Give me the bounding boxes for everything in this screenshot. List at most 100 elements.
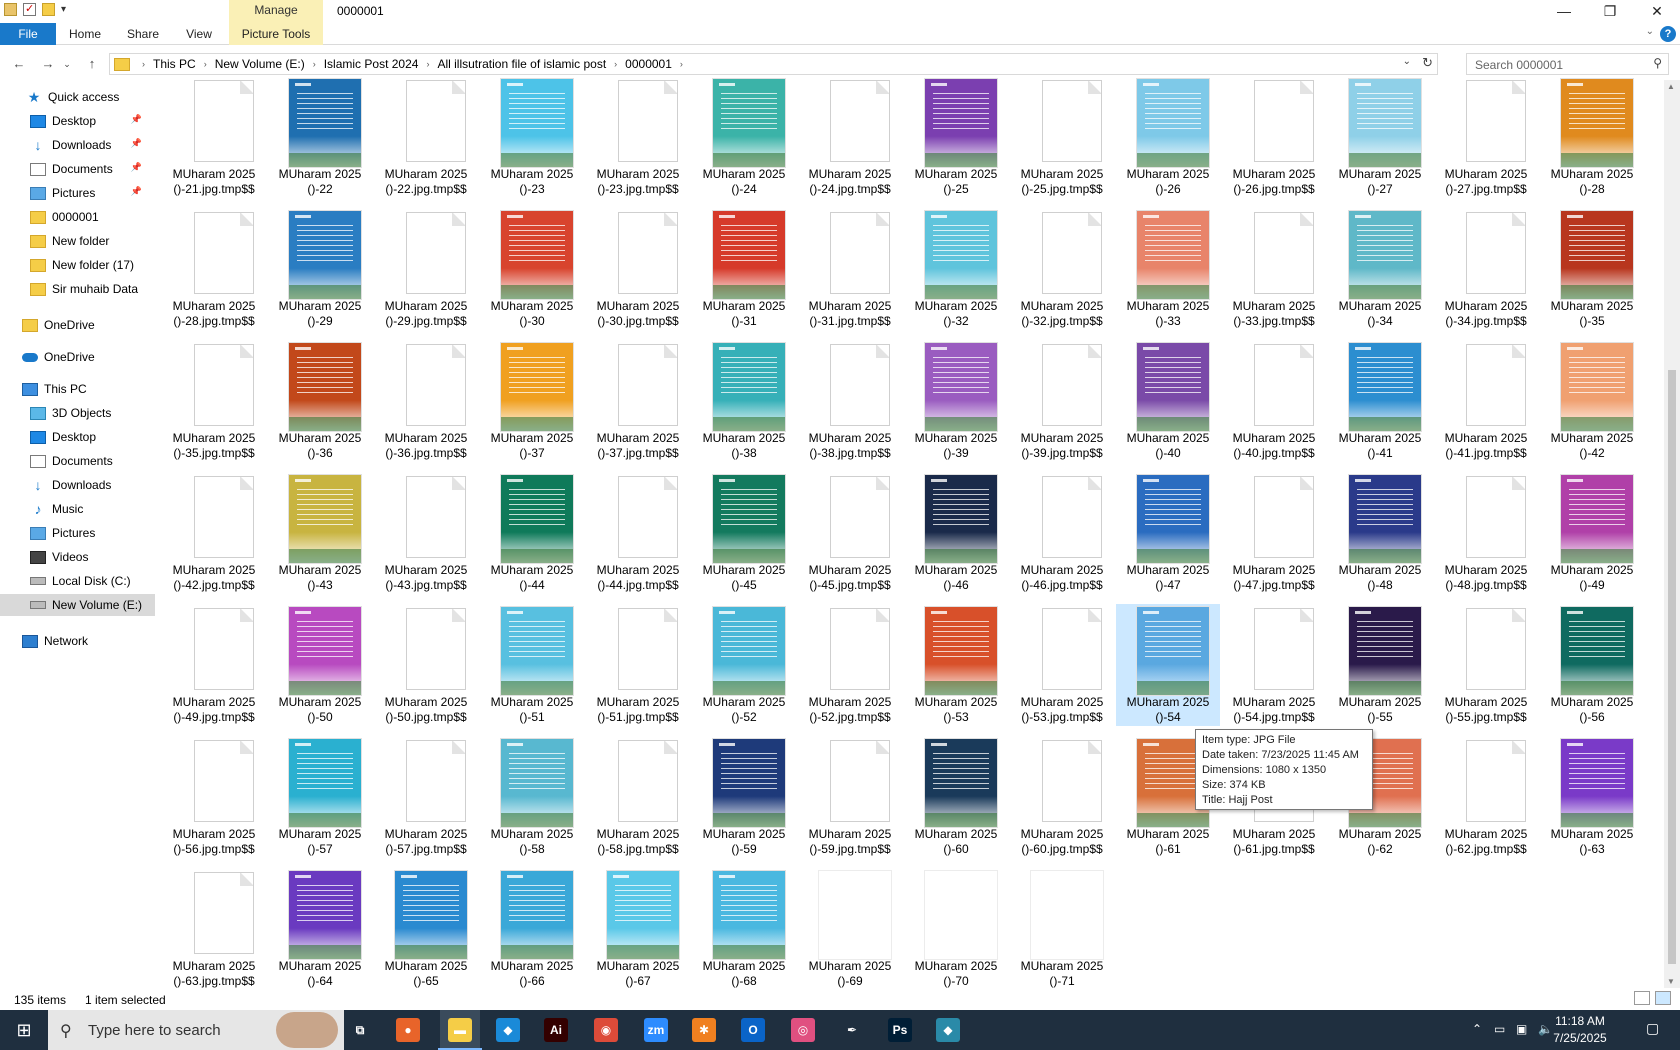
- customize-toolbar-chevron-icon[interactable]: ▾: [61, 3, 71, 16]
- sidebar-item-0000001[interactable]: 0000001: [0, 206, 155, 228]
- illustrator-icon[interactable]: Ai: [544, 1018, 568, 1042]
- image-file-item[interactable]: MUharam 2025 ()-68: [692, 868, 796, 990]
- image-file-item[interactable]: MUharam 2025 ()-66: [480, 868, 584, 990]
- temp-file-item[interactable]: MUharam 2025 ()-50.jpg.tmp$$: [374, 604, 478, 726]
- temp-file-item[interactable]: MUharam 2025 ()-47.jpg.tmp$$: [1222, 472, 1326, 594]
- tab-picture-tools[interactable]: Picture Tools: [229, 23, 323, 45]
- image-file-item[interactable]: MUharam 2025 ()-65: [374, 868, 478, 990]
- image-file-item[interactable]: MUharam 2025 ()-32: [904, 208, 1008, 330]
- image-file-item[interactable]: MUharam 2025 ()-69: [798, 868, 902, 990]
- image-file-item[interactable]: MUharam 2025 ()-49: [1540, 472, 1644, 594]
- sidebar-item-documents[interactable]: Documents 📌: [0, 158, 155, 180]
- image-file-item[interactable]: MUharam 2025 ()-51: [480, 604, 584, 726]
- temp-file-item[interactable]: MUharam 2025 ()-35.jpg.tmp$$: [162, 340, 266, 462]
- app-teal-icon[interactable]: ◆: [936, 1018, 960, 1042]
- pen-tool-icon[interactable]: ✒: [840, 1018, 864, 1042]
- temp-file-item[interactable]: MUharam 2025 ()-55.jpg.tmp$$: [1434, 604, 1538, 726]
- firefox-icon[interactable]: ●: [396, 1018, 420, 1042]
- new-folder-icon[interactable]: [42, 3, 55, 16]
- image-file-item[interactable]: MUharam 2025 ()-39: [904, 340, 1008, 462]
- image-file-item[interactable]: MUharam 2025 ()-50: [268, 604, 372, 726]
- sidebar-item-pictures[interactable]: Pictures 📌: [0, 182, 155, 204]
- image-file-item[interactable]: MUharam 2025 ()-43: [268, 472, 372, 594]
- forward-arrow-icon[interactable]: →: [37, 54, 59, 74]
- sidebar-item-network[interactable]: Network: [0, 630, 155, 652]
- image-file-item[interactable]: MUharam 2025 ()-31: [692, 208, 796, 330]
- temp-file-item[interactable]: MUharam 2025 ()-62.jpg.tmp$$: [1434, 736, 1538, 858]
- breadcrumb-illustration-files[interactable]: All illsutration file of islamic post: [433, 57, 610, 71]
- temp-file-item[interactable]: MUharam 2025 ()-41.jpg.tmp$$: [1434, 340, 1538, 462]
- refresh-icon[interactable]: ↻: [1422, 55, 1433, 71]
- temp-file-item[interactable]: MUharam 2025 ()-21.jpg.tmp$$: [162, 76, 266, 198]
- image-file-item[interactable]: MUharam 2025 ()-26: [1116, 76, 1220, 198]
- temp-file-item[interactable]: MUharam 2025 ()-44.jpg.tmp$$: [586, 472, 690, 594]
- search-input[interactable]: Search 0000001 ⚲: [1466, 53, 1669, 75]
- scroll-down-icon[interactable]: ▼: [1667, 977, 1675, 986]
- temp-file-item[interactable]: MUharam 2025 ()-57.jpg.tmp$$: [374, 736, 478, 858]
- recent-locations-chevron-icon[interactable]: ⌄: [61, 54, 73, 74]
- breadcrumb-current-folder[interactable]: 0000001: [621, 57, 676, 71]
- image-file-item[interactable]: MUharam 2025 ()-45: [692, 472, 796, 594]
- maximize-button[interactable]: ❐: [1587, 0, 1633, 23]
- properties-check-icon[interactable]: [23, 2, 36, 16]
- image-file-item[interactable]: MUharam 2025 ()-55: [1328, 604, 1432, 726]
- app-pink-icon[interactable]: ◎: [791, 1018, 815, 1042]
- photoshop-icon[interactable]: Ps: [888, 1018, 912, 1042]
- temp-file-item[interactable]: MUharam 2025 ()-28.jpg.tmp$$: [162, 208, 266, 330]
- temp-file-item[interactable]: MUharam 2025 ()-54.jpg.tmp$$: [1222, 604, 1326, 726]
- image-file-item[interactable]: MUharam 2025 ()-23: [480, 76, 584, 198]
- temp-file-item[interactable]: MUharam 2025 ()-56.jpg.tmp$$: [162, 736, 266, 858]
- image-file-item[interactable]: MUharam 2025 ()-41: [1328, 340, 1432, 462]
- address-bar[interactable]: › This PC › New Volume (E:) › Islamic Po…: [109, 53, 1438, 75]
- image-file-item[interactable]: MUharam 2025 ()-35: [1540, 208, 1644, 330]
- temp-file-item[interactable]: MUharam 2025 ()-46.jpg.tmp$$: [1010, 472, 1114, 594]
- sidebar-item-sir-muhaib-data[interactable]: Sir muhaib Data: [0, 278, 155, 300]
- chevron-right-icon[interactable]: ›: [138, 59, 149, 69]
- taskbar-search-box[interactable]: ⚲ Type here to search: [48, 1010, 344, 1050]
- image-file-item[interactable]: MUharam 2025 ()-60: [904, 736, 1008, 858]
- help-icon[interactable]: ?: [1660, 26, 1676, 42]
- image-file-item[interactable]: MUharam 2025 ()-63: [1540, 736, 1644, 858]
- image-file-item[interactable]: MUharam 2025 ()-30: [480, 208, 584, 330]
- sidebar-item-downloads[interactable]: ↓ Downloads 📌: [0, 134, 155, 156]
- breadcrumb-islamic-post[interactable]: Islamic Post 2024: [320, 57, 423, 71]
- temp-file-item[interactable]: MUharam 2025 ()-40.jpg.tmp$$: [1222, 340, 1326, 462]
- expand-ribbon-icon[interactable]: ⌄: [1646, 26, 1654, 37]
- temp-file-item[interactable]: MUharam 2025 ()-39.jpg.tmp$$: [1010, 340, 1114, 462]
- image-file-item[interactable]: MUharam 2025 ()-70: [904, 868, 1008, 990]
- temp-file-item[interactable]: MUharam 2025 ()-63.jpg.tmp$$: [162, 868, 266, 990]
- show-hidden-icons-icon[interactable]: ⌃: [1472, 1022, 1482, 1036]
- temp-file-item[interactable]: MUharam 2025 ()-42.jpg.tmp$$: [162, 472, 266, 594]
- zoom-icon[interactable]: zm: [644, 1018, 668, 1042]
- device-tray-icon[interactable]: ▭: [1494, 1022, 1505, 1036]
- temp-file-item[interactable]: MUharam 2025 ()-48.jpg.tmp$$: [1434, 472, 1538, 594]
- sidebar-item-local-disk-c[interactable]: Local Disk (C:): [0, 570, 155, 592]
- temp-file-item[interactable]: MUharam 2025 ()-27.jpg.tmp$$: [1434, 76, 1538, 198]
- minimize-button[interactable]: —: [1541, 0, 1587, 23]
- image-file-item[interactable]: MUharam 2025 ()-67: [586, 868, 690, 990]
- up-arrow-icon[interactable]: ↑: [81, 54, 103, 74]
- breadcrumb-new-volume[interactable]: New Volume (E:): [211, 57, 309, 71]
- temp-file-item[interactable]: MUharam 2025 ()-31.jpg.tmp$$: [798, 208, 902, 330]
- temp-file-item[interactable]: MUharam 2025 ()-38.jpg.tmp$$: [798, 340, 902, 462]
- temp-file-item[interactable]: MUharam 2025 ()-51.jpg.tmp$$: [586, 604, 690, 726]
- temp-file-item[interactable]: MUharam 2025 ()-30.jpg.tmp$$: [586, 208, 690, 330]
- chevron-right-icon[interactable]: ›: [610, 59, 621, 69]
- scroll-up-icon[interactable]: ▲: [1667, 82, 1675, 91]
- image-file-item[interactable]: MUharam 2025 ()-38: [692, 340, 796, 462]
- image-file-item[interactable]: MUharam 2025 ()-47: [1116, 472, 1220, 594]
- temp-file-item[interactable]: MUharam 2025 ()-23.jpg.tmp$$: [586, 76, 690, 198]
- outlook-icon[interactable]: O: [741, 1018, 765, 1042]
- details-view-icon[interactable]: [1634, 991, 1650, 1005]
- image-file-item[interactable]: MUharam 2025 ()-56: [1540, 604, 1644, 726]
- vscode-icon[interactable]: ◆: [496, 1018, 520, 1042]
- temp-file-item[interactable]: MUharam 2025 ()-52.jpg.tmp$$: [798, 604, 902, 726]
- sidebar-item-new-folder-17[interactable]: New folder (17): [0, 254, 155, 276]
- close-button[interactable]: ✕: [1634, 0, 1680, 23]
- manage-context-tab[interactable]: Manage: [229, 0, 323, 23]
- temp-file-item[interactable]: MUharam 2025 ()-29.jpg.tmp$$: [374, 208, 478, 330]
- chevron-right-icon[interactable]: ›: [309, 59, 320, 69]
- image-file-item[interactable]: MUharam 2025 ()-24: [692, 76, 796, 198]
- image-file-item[interactable]: MUharam 2025 ()-59: [692, 736, 796, 858]
- search-icon[interactable]: ⚲: [1653, 56, 1662, 70]
